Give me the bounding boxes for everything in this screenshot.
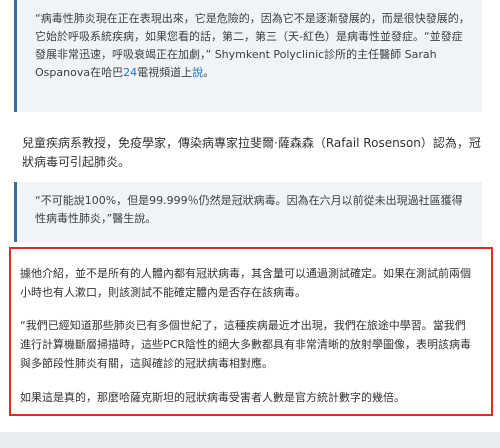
blockquote-doctor-ospanova: “病毒性肺炎現在正在表現出來，它是危險的，因為它不是逐漸發展的，而是很快發展的，… <box>14 0 482 112</box>
quote-text-part: “病毒性肺炎現在正在表現出來，它是危險的，因為它不是逐漸發展的，而是很快發展的，… <box>35 12 470 79</box>
article-paragraph: 兒童疾病系教授，免疫學家，傳染病專家拉斐爾·薩森森（Rafail Rosenso… <box>22 136 481 169</box>
source-link[interactable]: 說 <box>192 66 203 79</box>
bottom-divider-bar <box>0 432 500 448</box>
quote-text: “病毒性肺炎現在正在表現出來，它是危險的，因為它不是逐漸發展的，而是很快發展的，… <box>35 10 470 82</box>
boxed-paragraph-3: 如果這是真的，那麼哈薩克斯坦的冠狀病毒受害者人數是官方統計數字的幾倍。 <box>20 391 405 404</box>
quote-text-end: 。 <box>203 66 215 79</box>
boxed-paragraph-2: “我們已經知道那些肺炎已有多個世紀了，這種疾病最近才出現，我們在旅途中學習。當我… <box>20 319 471 370</box>
quote-text-part: 電視頻道上 <box>137 66 193 79</box>
channel-24-link[interactable]: 24 <box>123 66 137 79</box>
quote-text: “不可能說100%，但是99.999％仍然是冠狀病毒。因為在六月以前從未出現過社… <box>35 194 463 225</box>
blockquote-doctor-quote: “不可能說100%，但是99.999％仍然是冠狀病毒。因為在六月以前從未出現過社… <box>14 182 482 242</box>
boxed-paragraph-1: 據他介紹，並不是所有的人體內都有冠狀病毒，其含量可以通過測試確定。如果在測試前兩… <box>20 267 471 299</box>
